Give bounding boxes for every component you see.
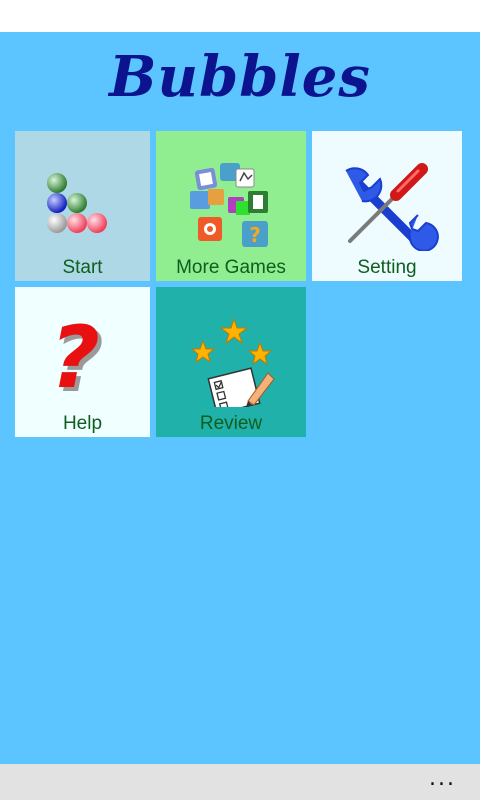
- question-mark-icon: ? ?: [50, 308, 104, 407]
- review-tile[interactable]: Review: [156, 287, 306, 437]
- help-tile-label: Help: [62, 413, 103, 434]
- app-screen: Bubbles Start ? More Games Setting ? ? H…: [0, 32, 480, 764]
- setting-tile-label: Setting: [357, 257, 417, 278]
- svg-text:?: ?: [249, 223, 261, 247]
- app-bar: ...: [0, 764, 480, 800]
- more-games-tile-label: More Games: [176, 257, 286, 278]
- review-tile-label: Review: [199, 413, 263, 434]
- wrench-screwdriver-icon: [345, 163, 439, 251]
- svg-text:?: ?: [50, 308, 100, 407]
- more-options-button[interactable]: ...: [429, 766, 456, 791]
- help-tile[interactable]: ? ? Help: [15, 287, 150, 437]
- app-title: Bubbles: [109, 44, 371, 110]
- stars-checklist-icon: [190, 317, 275, 407]
- bubbles-icon: [47, 173, 107, 233]
- start-tile[interactable]: Start: [15, 131, 150, 281]
- status-bar: [0, 0, 480, 32]
- more-games-tile[interactable]: ? More Games: [156, 131, 306, 281]
- games-collage-icon: ?: [190, 163, 268, 247]
- setting-tile[interactable]: Setting: [312, 131, 462, 281]
- start-tile-label: Start: [62, 257, 103, 278]
